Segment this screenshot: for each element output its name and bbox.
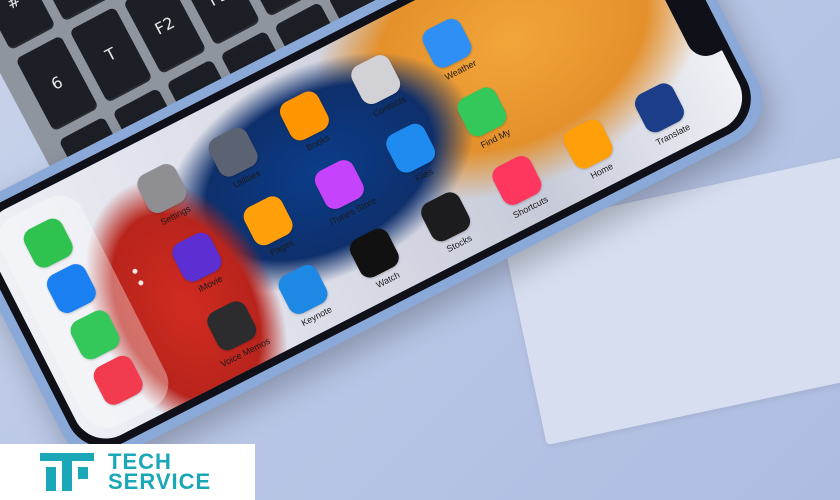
app-cell[interactable]: Translate [631,79,694,148]
app-cell[interactable]: Contacts [347,51,411,121]
messages-icon[interactable] [66,306,124,363]
music-icon[interactable] [90,352,147,409]
app-cell[interactable]: Weather [418,15,482,84]
app-cell[interactable]: Stocks [417,188,480,257]
app-cell[interactable]: Keynote [274,260,338,330]
app-cell[interactable]: Settings [133,160,197,230]
safari-icon[interactable] [43,260,100,317]
app-cell[interactable]: Books [276,87,339,157]
app-cell[interactable]: Watch [345,224,409,294]
app-cell[interactable]: iMovie [168,228,232,298]
app-cell[interactable]: Home [559,115,623,185]
app-cell[interactable]: Voice Memos [198,294,272,369]
app-cell[interactable]: Pages [239,192,303,262]
logo-line-2: SERVICE [108,469,212,494]
app-cell[interactable]: Shortcuts [488,151,551,221]
tech-service-logo-mark-icon [40,453,94,491]
photo-scene: #2W$4E%5R^6TF2F3F4ZHF67!@QASDJKL~1CVBNM<… [0,0,840,500]
app-cell[interactable]: Files [382,119,445,189]
app-label: Files [413,166,436,184]
tech-service-logo: TECH SERVICE [0,444,255,500]
phone-icon[interactable] [19,214,77,272]
app-cell[interactable]: Find My [453,83,517,153]
app-cell[interactable]: Utilities [205,124,268,193]
app-cell[interactable]: iTunes Store [307,154,378,227]
logo-text: TECH SERVICE [108,451,212,494]
